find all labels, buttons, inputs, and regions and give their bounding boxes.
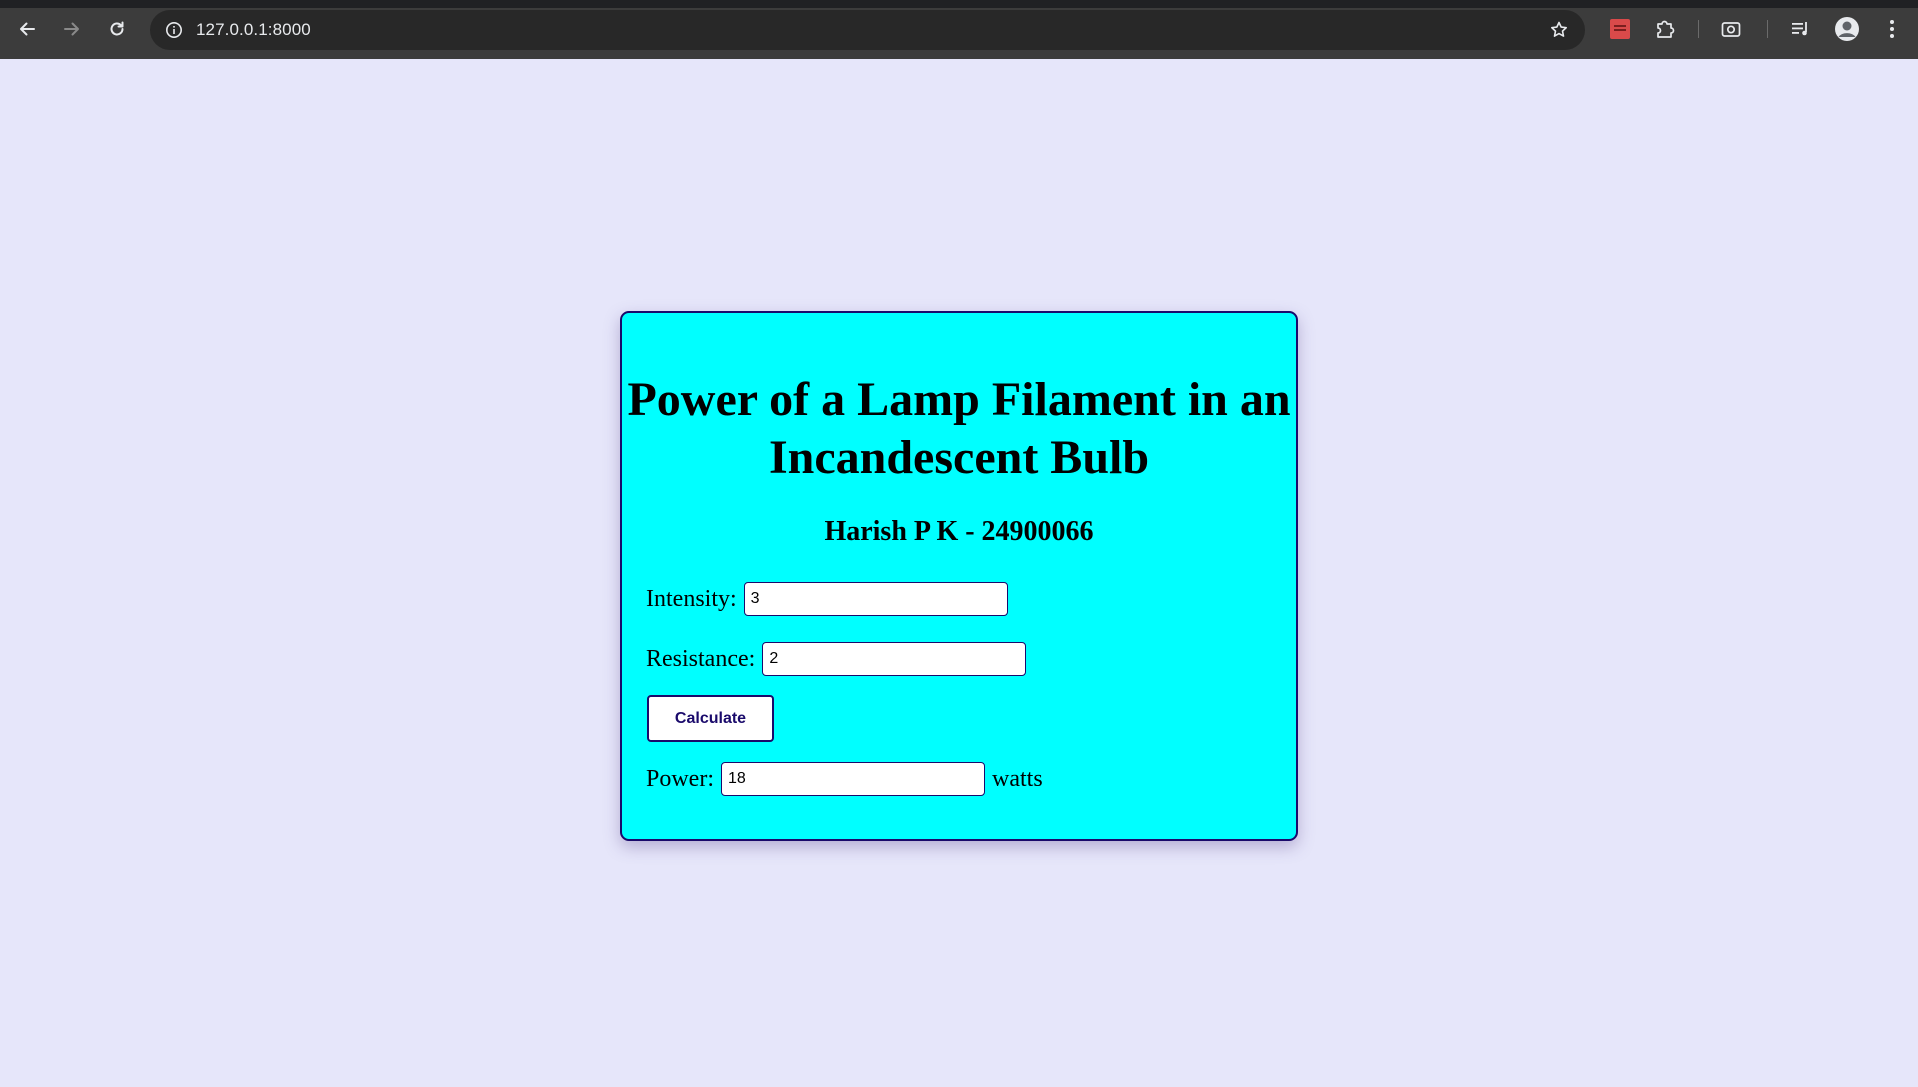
info-icon[interactable]: [162, 18, 186, 42]
power-row: Power: watts: [646, 762, 1043, 796]
intensity-input[interactable]: [743, 582, 1008, 616]
power-label: Power:: [646, 765, 714, 792]
toolbar-separator: [1767, 20, 1768, 38]
avatar-icon[interactable]: [1833, 15, 1861, 43]
media-queue-icon[interactable]: [1787, 15, 1815, 43]
puzzle-icon[interactable]: [1651, 15, 1679, 43]
toolbar-separator: [1698, 20, 1699, 38]
forward-arrow-icon[interactable]: [57, 14, 87, 44]
kebab-menu-icon[interactable]: [1878, 15, 1906, 43]
resistance-input[interactable]: [762, 642, 1027, 676]
url-text[interactable]: 127.0.0.1:8000: [196, 20, 311, 40]
resistance-label: Resistance:: [646, 645, 756, 672]
power-unit: watts: [992, 765, 1043, 792]
resistance-row: Resistance:: [646, 642, 1027, 676]
star-icon[interactable]: [1547, 18, 1571, 42]
tab-strip: [0, 0, 1918, 8]
author-subtitle: Harish P K - 24900066: [824, 516, 1094, 547]
power-output[interactable]: [721, 762, 985, 796]
red-extension-icon[interactable]: [1606, 15, 1634, 43]
address-bar[interactable]: 127.0.0.1:8000: [150, 10, 1585, 50]
camera-icon[interactable]: [1717, 15, 1745, 43]
calculator-card: Power of a Lamp Filament in an Incandesc…: [620, 311, 1298, 841]
intensity-row: Intensity:: [646, 582, 1008, 616]
back-arrow-icon[interactable]: [12, 14, 42, 44]
reload-icon[interactable]: [102, 14, 132, 44]
intensity-label: Intensity:: [646, 585, 737, 612]
browser-toolbar: 127.0.0.1:8000: [0, 0, 1918, 59]
page-title: Power of a Lamp Filament in an Incandesc…: [627, 373, 1291, 484]
calculate-button[interactable]: Calculate: [647, 695, 774, 742]
